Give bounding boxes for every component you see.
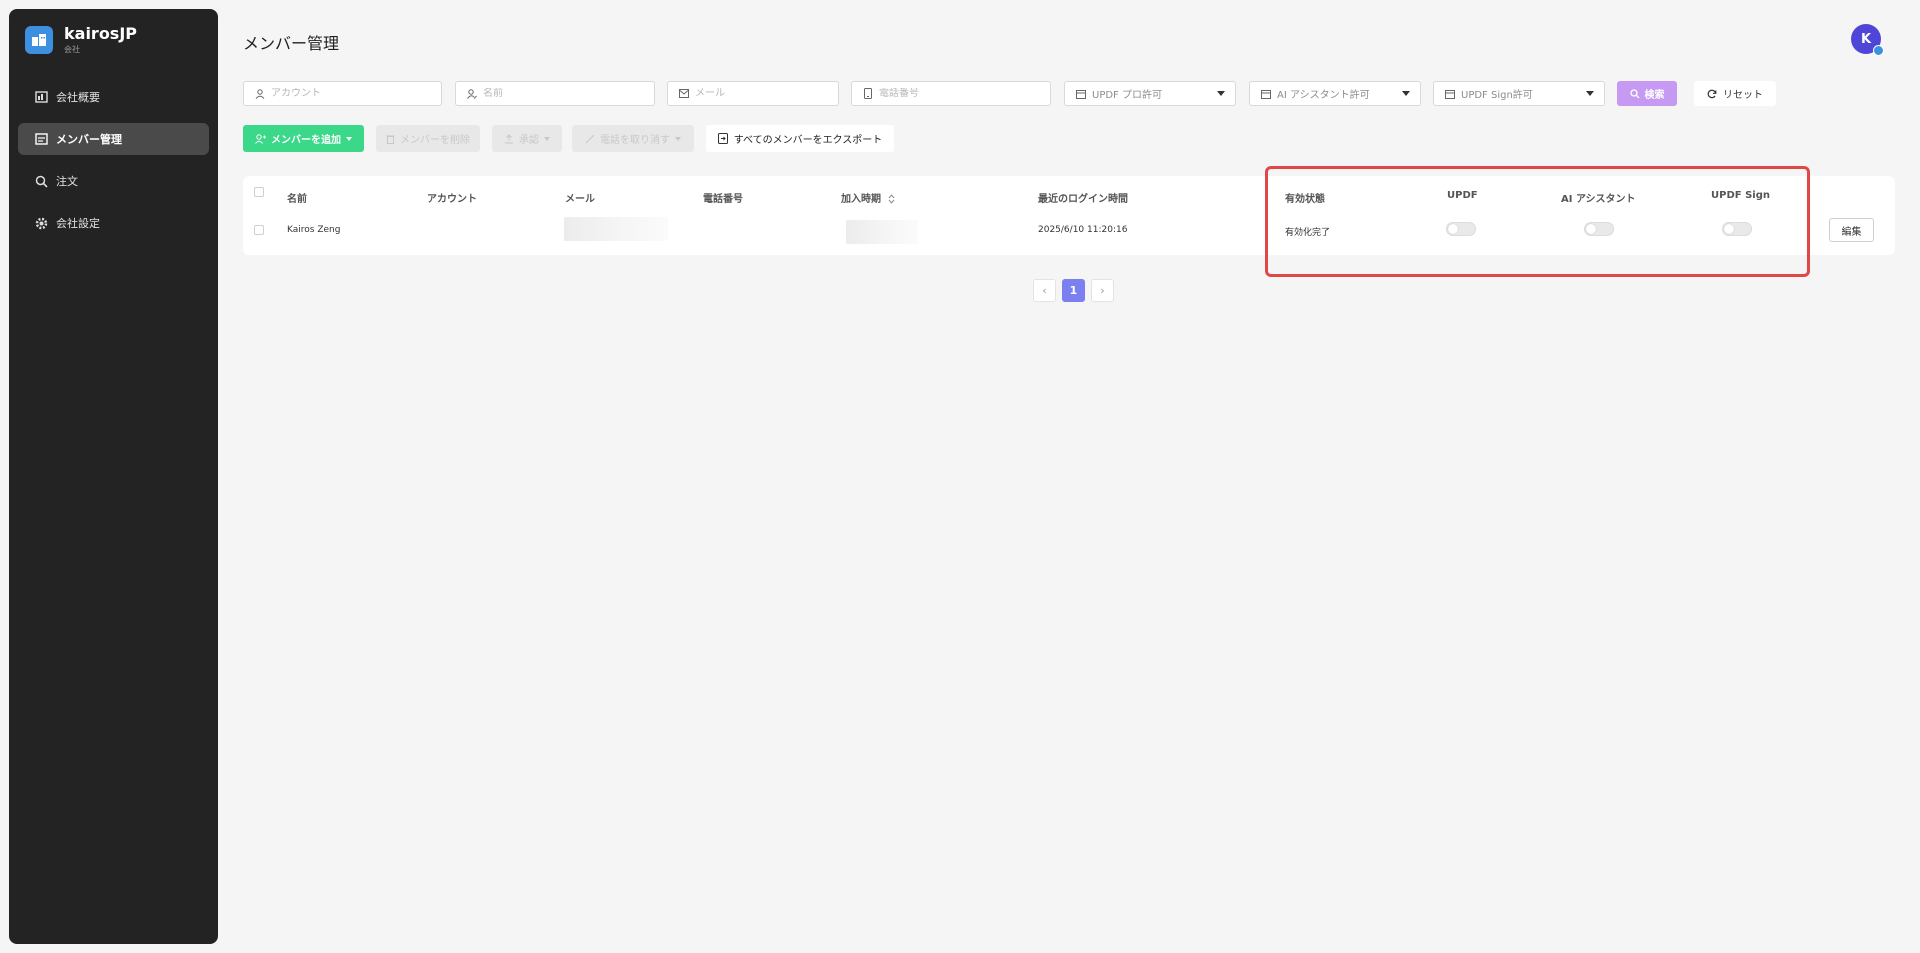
reset-button[interactable]: リセット: [1694, 81, 1776, 106]
page-title: メンバー管理: [243, 34, 340, 53]
row-checkbox[interactable]: [254, 225, 264, 235]
refresh-icon: [1707, 89, 1717, 98]
email-redacted: [564, 217, 668, 241]
search-button[interactable]: 検索: [1617, 81, 1677, 106]
next-page-button[interactable]: ›: [1091, 279, 1114, 302]
export-all-label: すべてのメンバーをエクスポート: [733, 135, 883, 146]
sidebar-item-member-management[interactable]: メンバー管理: [18, 123, 209, 155]
email-input[interactable]: [695, 88, 835, 99]
members-icon: [34, 132, 48, 146]
select-value: UPDF プロ許可: [1092, 90, 1162, 101]
unlink-icon: [585, 134, 595, 143]
export-all-button[interactable]: すべてのメンバーをエクスポート: [706, 125, 894, 152]
column-header-joined[interactable]: 加入時期: [841, 190, 895, 205]
updf-toggle[interactable]: [1446, 222, 1476, 236]
chevron-down-icon: [1402, 91, 1410, 96]
sign-permission-select[interactable]: UPDF Sign許可: [1433, 81, 1605, 106]
reset-button-label: リセット: [1723, 90, 1763, 101]
brand-name: kairosJP: [64, 24, 138, 43]
chevron-down-icon: [346, 136, 352, 141]
email-filter[interactable]: [667, 81, 839, 106]
column-header-email: メール: [565, 194, 595, 205]
search-button-label: 検索: [1644, 90, 1665, 101]
brand[interactable]: kairosJP 会社: [25, 25, 137, 55]
column-header-account: アカウント: [427, 194, 477, 205]
search-icon: [1629, 88, 1639, 98]
remove-device-button[interactable]: 電話を取り消す: [572, 125, 694, 152]
sidebar-item-orders[interactable]: 注文: [18, 165, 209, 197]
sidebar-nav: 会社概要 メンバー管理 注文 会社設定: [18, 81, 209, 249]
trash-icon: [386, 135, 395, 144]
column-header-ai: AI アシスタント: [1561, 194, 1636, 205]
company-logo-icon: [25, 26, 53, 54]
approve-label: 承認: [519, 135, 539, 146]
avatar[interactable]: K: [1851, 24, 1884, 56]
add-user-icon: [255, 133, 266, 144]
delete-member-button[interactable]: メンバーを削除: [376, 125, 480, 152]
sidebar-item-company-settings[interactable]: 会社設定: [18, 207, 209, 239]
phone-input[interactable]: [879, 88, 1019, 99]
upload-icon: [505, 133, 513, 143]
edit-button[interactable]: 編集: [1829, 218, 1874, 242]
prev-page-button[interactable]: ‹: [1033, 279, 1056, 302]
select-all-checkbox[interactable]: [254, 187, 264, 197]
column-header-label: 加入時期: [841, 194, 881, 205]
sidebar-item-label: 会社概要: [56, 91, 100, 104]
sign-toggle[interactable]: [1722, 222, 1752, 236]
calendar-icon: [1075, 88, 1086, 99]
page-button-1[interactable]: 1: [1062, 279, 1085, 302]
sidebar-item-label: 会社設定: [56, 217, 100, 230]
name-filter[interactable]: [455, 81, 655, 106]
last-login-time: 2025/6/10 11:20:16: [1038, 225, 1128, 235]
sidebar-item-label: メンバー管理: [56, 133, 122, 146]
add-member-button[interactable]: メンバーを追加: [243, 125, 364, 152]
avatar-initial: K: [1860, 31, 1872, 47]
column-header-last-login: 最近のログイン時間: [1038, 194, 1128, 205]
user-edit-icon: [466, 88, 477, 99]
column-header-name: 名前: [287, 194, 307, 205]
calendar-icon: [1260, 88, 1271, 99]
chevron-down-icon: [1586, 91, 1594, 96]
name-input[interactable]: [483, 88, 623, 99]
add-member-label: メンバーを追加: [271, 135, 341, 146]
remove-device-label: 電話を取り消す: [600, 135, 670, 146]
ai-toggle[interactable]: [1584, 222, 1614, 236]
sort-icon[interactable]: [888, 194, 895, 204]
column-header-sign: UPDF Sign: [1711, 190, 1770, 201]
phone-filter[interactable]: [851, 81, 1051, 106]
account-filter[interactable]: [243, 81, 442, 106]
sidebar: kairosJP 会社 会社概要 メンバー管理 注文 会社設定: [9, 9, 218, 944]
column-header-updf: UPDF: [1447, 190, 1478, 201]
calendar-icon: [1444, 88, 1455, 99]
mail-icon: [678, 88, 689, 99]
select-value: AI アシスタント許可: [1277, 90, 1370, 101]
column-header-status: 有効状態: [1285, 194, 1325, 205]
delete-member-label: メンバーを削除: [400, 135, 470, 146]
joined-redacted: [846, 220, 918, 244]
members-table: 名前 アカウント メール 電話番号 加入時期 最近のログイン時間 有効状態 UP…: [243, 176, 1895, 255]
export-icon: [717, 133, 728, 144]
select-value: UPDF Sign許可: [1461, 90, 1533, 101]
chevron-down-icon: [544, 136, 550, 141]
search-list-icon: [34, 174, 48, 188]
account-input[interactable]: [271, 88, 411, 99]
column-header-phone: 電話番号: [703, 194, 743, 205]
status-value: 有効化完了: [1285, 228, 1331, 238]
phone-icon: [862, 88, 873, 99]
company-badge-icon: [1873, 45, 1884, 56]
ai-permission-select[interactable]: AI アシスタント許可: [1249, 81, 1421, 106]
user-icon: [254, 88, 265, 99]
sidebar-item-label: 注文: [56, 175, 78, 188]
approve-button[interactable]: 承認: [492, 125, 562, 152]
chevron-down-icon: [675, 136, 681, 141]
brand-subtitle: 会社: [64, 45, 80, 54]
chart-icon: [34, 90, 48, 104]
member-name: Kairos Zeng: [287, 225, 341, 235]
pro-permission-select[interactable]: UPDF プロ許可: [1064, 81, 1236, 106]
sidebar-item-company-overview[interactable]: 会社概要: [18, 81, 209, 113]
chevron-down-icon: [1217, 91, 1225, 96]
gear-icon: [34, 216, 48, 230]
